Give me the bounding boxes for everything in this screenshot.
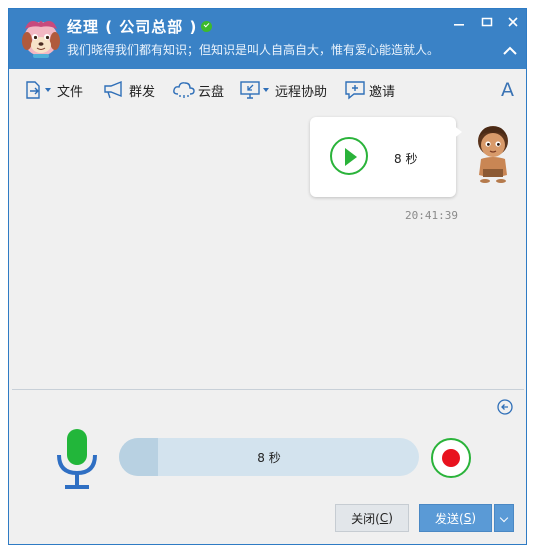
remote-label: 远程协助 [275,84,328,100]
close-button[interactable]: 关闭(C) [335,504,409,532]
window-title: 经理 ( 公司总部 ) [67,16,213,37]
divider [12,389,524,390]
minimize-button[interactable] [452,15,466,29]
maximize-button[interactable] [480,15,494,29]
minimize-icon [454,24,464,26]
chevron-down-icon [45,88,51,92]
chevron-up-icon[interactable] [502,45,518,57]
send-options-chevron-down-icon[interactable] [494,504,514,532]
file-button[interactable]: 文件 [23,80,83,100]
online-status-icon [201,21,213,32]
window-title-text: 经理 ( 公司总部 ) [67,18,198,36]
invite-icon [345,81,365,100]
remote-desktop-icon [240,81,260,99]
recording-duration: 8 秒 [257,450,281,465]
microphone-icon [57,429,97,489]
bubble-tail [453,125,462,139]
voice-message-bubble[interactable]: 8 秒 [310,117,456,197]
send-shortcut-key: S [463,511,472,525]
recording-progress-bar: 8 秒 [119,438,419,476]
megaphone-icon [104,80,122,99]
file-transfer-icon [26,81,40,99]
cloud-icon [173,82,195,98]
cloud-disk-button[interactable]: 云盘 [172,80,224,100]
sender-avatar-icon[interactable] [471,119,515,183]
toolbar: 文件 群发 云盘 远程协助 邀请 A [9,69,526,109]
send-button-suffix: ) [471,511,476,525]
cloud-label: 云盘 [198,84,225,100]
close-button-suffix: ) [388,511,393,525]
broadcast-button[interactable]: 群发 [103,80,155,100]
chat-window: 经理 ( 公司总部 ) 我们晓得我们都有知识；但知识是叫人自高自大，惟有爱心能造… [8,8,527,545]
close-window-button[interactable] [506,15,520,29]
close-button-label: 关闭( [351,511,380,526]
file-label: 文件 [57,84,84,100]
remote-assist-button[interactable]: 远程协助 [239,80,327,100]
message-timestamp: 20:41:39 [405,209,458,222]
play-icon[interactable] [330,137,368,175]
title-bar: 经理 ( 公司总部 ) 我们晓得我们都有知识；但知识是叫人自高自大，惟有爱心能造… [9,9,526,69]
invite-label: 邀请 [369,84,396,100]
send-button[interactable]: 发送(S) [419,504,492,532]
back-arrow-icon[interactable] [497,399,513,415]
font-settings-button[interactable]: A [501,79,514,101]
voice-message-duration: 8 秒 [394,152,418,166]
send-button-label: 发送( [435,511,464,526]
invite-button[interactable]: 邀请 [344,80,395,100]
contact-avatar-icon[interactable] [19,15,63,59]
record-button[interactable] [431,438,471,478]
chevron-down-icon [263,88,269,92]
broadcast-label: 群发 [129,84,156,100]
close-icon [508,17,518,27]
record-icon [442,449,460,467]
maximize-icon [481,17,493,27]
contact-signature: 我们晓得我们都有知识；但知识是叫人自高自大，惟有爱心能造就人。 [67,43,440,57]
close-shortcut-key: C [379,511,389,525]
